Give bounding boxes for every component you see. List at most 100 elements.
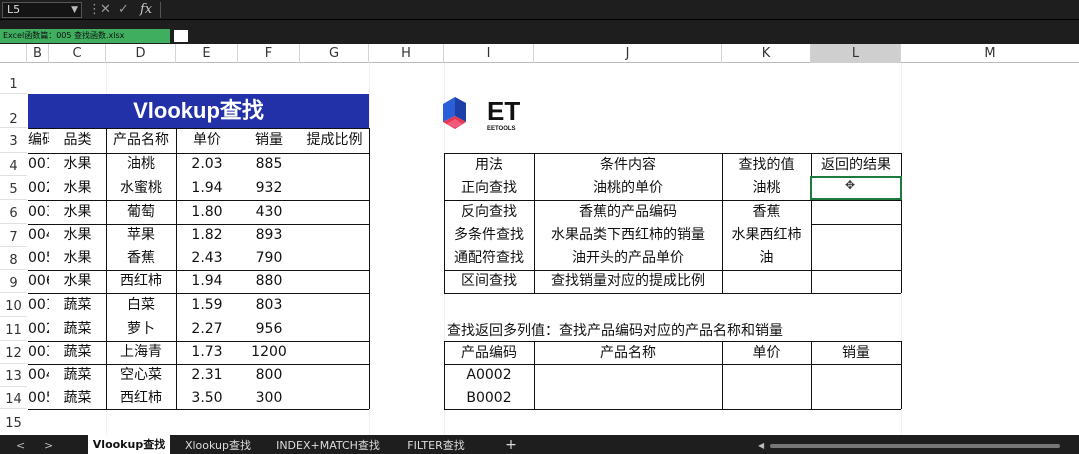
scroll-left-icon[interactable]: ◀ <box>758 437 764 454</box>
left-table-cell[interactable]: 2.31 <box>176 364 238 387</box>
horizontal-scrollbar[interactable] <box>770 444 1060 448</box>
left-table-cell[interactable]: 430 <box>238 200 300 224</box>
left-table-cell[interactable] <box>300 387 369 409</box>
left-table-cell[interactable]: 1.73 <box>176 341 238 364</box>
row-header-14[interactable]: 14 <box>0 387 27 409</box>
left-table-cell[interactable]: 956 <box>238 317 300 341</box>
left-table-cell[interactable]: 西红柿 <box>106 270 176 293</box>
left-table-cell[interactable]: 005 <box>28 387 49 409</box>
left-table-cell[interactable]: 004 <box>28 364 49 387</box>
left-table-cell[interactable]: 2.03 <box>176 153 238 176</box>
lookup-cell[interactable]: 查找销量对应的提成比例 <box>534 270 722 293</box>
lookup-cell[interactable] <box>811 247 901 270</box>
formula-input[interactable] <box>160 2 1075 18</box>
lookup-cell[interactable]: 反向查找 <box>444 200 534 224</box>
left-table-cell[interactable]: 880 <box>238 270 300 293</box>
left-table-cell[interactable]: 3.50 <box>176 387 238 409</box>
row-header-2[interactable]: 2 <box>0 94 27 128</box>
lookup-cell[interactable] <box>811 224 901 247</box>
column-header-j[interactable]: J <box>534 44 722 63</box>
left-table-cell[interactable]: 萝卜 <box>106 317 176 341</box>
left-table-cell[interactable]: 上海青 <box>106 341 176 364</box>
row-header-15[interactable]: 15 <box>0 409 27 435</box>
chevron-left-icon[interactable]: < <box>16 437 25 454</box>
left-table-cell[interactable]: 蔬菜 <box>49 317 106 341</box>
name-box[interactable]: L5 ▼ <box>2 2 82 18</box>
sheet-tab-xlookup[interactable]: Xlookup查找 <box>176 437 260 454</box>
left-table-cell[interactable]: 932 <box>238 176 300 200</box>
left-table-cell[interactable]: 001 <box>28 293 49 317</box>
left-table-cell[interactable]: 004 <box>28 224 49 247</box>
left-table-cell[interactable]: 蔬菜 <box>49 364 106 387</box>
left-table-cell[interactable]: 水果 <box>49 176 106 200</box>
row-header-4[interactable]: 4 <box>0 153 27 176</box>
left-table-cell[interactable]: 800 <box>238 364 300 387</box>
column-header-k[interactable]: K <box>722 44 811 63</box>
left-table-cell[interactable]: 1200 <box>238 341 300 364</box>
left-table-cell[interactable]: 水果 <box>49 200 106 224</box>
left-table-cell[interactable] <box>300 153 369 176</box>
left-table-cell[interactable]: 1.80 <box>176 200 238 224</box>
lookup-cell[interactable]: 水果品类下西红柿的销量 <box>534 224 722 247</box>
cancel-icon[interactable]: ✕ <box>100 1 111 19</box>
row-header-11[interactable]: 11 <box>0 317 27 341</box>
column-header-i[interactable]: I <box>444 44 534 63</box>
row-header-10[interactable]: 10 <box>0 293 27 317</box>
column-header-c[interactable]: C <box>49 44 106 63</box>
left-table-cell[interactable] <box>300 247 369 270</box>
lookup-cell[interactable]: 油桃 <box>722 176 811 200</box>
left-table-cell[interactable]: 水果 <box>49 247 106 270</box>
left-table-cell[interactable]: 香蕉 <box>106 247 176 270</box>
row-header-12[interactable]: 12 <box>0 341 27 364</box>
left-table-cell[interactable]: 1.59 <box>176 293 238 317</box>
row-header-1[interactable]: 1 <box>0 63 27 94</box>
left-table-cell[interactable]: 1.94 <box>176 270 238 293</box>
lookup-cell[interactable] <box>811 270 901 293</box>
confirm-icon[interactable]: ✓ <box>118 1 129 19</box>
left-table-cell[interactable]: 003 <box>28 200 49 224</box>
left-table-cell[interactable] <box>300 317 369 341</box>
column-header-d[interactable]: D <box>106 44 176 63</box>
left-table-cell[interactable]: 水果 <box>49 153 106 176</box>
left-table-cell[interactable]: 空心菜 <box>106 364 176 387</box>
sheet-tab-filter[interactable]: FILTER查找 <box>398 437 474 454</box>
column-header-f[interactable]: F <box>238 44 300 63</box>
row-header-13[interactable]: 13 <box>0 364 27 387</box>
row-header-8[interactable]: 8 <box>0 247 27 270</box>
left-table-cell[interactable]: 006 <box>28 270 49 293</box>
lookup-cell[interactable]: 正向查找 <box>444 176 534 200</box>
chevron-down-icon[interactable]: ▼ <box>71 3 78 17</box>
multi-table-code-cell[interactable]: A0002 <box>444 364 534 387</box>
left-table-cell[interactable]: 1.94 <box>176 176 238 200</box>
row-header-6[interactable]: 6 <box>0 200 27 224</box>
left-table-cell[interactable]: 002 <box>28 176 49 200</box>
left-table-cell[interactable] <box>300 341 369 364</box>
chevron-right-icon[interactable]: > <box>44 437 53 454</box>
row-header-3[interactable]: 3 <box>0 128 27 153</box>
left-table-cell[interactable]: 001 <box>28 153 49 176</box>
left-table-cell[interactable]: 西红柿 <box>106 387 176 409</box>
left-table-cell[interactable]: 蔬菜 <box>49 293 106 317</box>
left-table-cell[interactable]: 水蜜桃 <box>106 176 176 200</box>
row-header-5[interactable]: 5 <box>0 176 27 200</box>
active-cell-l5[interactable] <box>810 176 902 200</box>
column-header-g[interactable]: G <box>300 44 369 63</box>
left-table-cell[interactable]: 2.27 <box>176 317 238 341</box>
left-table-cell[interactable]: 白菜 <box>106 293 176 317</box>
left-table-cell[interactable]: 蔬菜 <box>49 387 106 409</box>
row-header-9[interactable]: 9 <box>0 270 27 293</box>
lookup-cell[interactable] <box>722 270 811 293</box>
lookup-cell[interactable]: 油开头的产品单价 <box>534 247 722 270</box>
lookup-cell[interactable]: 油 <box>722 247 811 270</box>
add-sheet-button[interactable]: + <box>502 437 520 454</box>
sheet-tab-vlookup[interactable]: Vlookup查找 <box>88 435 170 454</box>
lookup-cell[interactable]: 香蕉 <box>722 200 811 224</box>
left-table-cell[interactable]: 1.82 <box>176 224 238 247</box>
left-table-cell[interactable]: 蔬菜 <box>49 341 106 364</box>
left-table-cell[interactable]: 005 <box>28 247 49 270</box>
lookup-cell[interactable]: 水果西红柿 <box>722 224 811 247</box>
row-header-7[interactable]: 7 <box>0 224 27 247</box>
left-table-cell[interactable]: 790 <box>238 247 300 270</box>
multi-table-code-cell[interactable]: B0002 <box>444 387 534 409</box>
left-table-cell[interactable]: 893 <box>238 224 300 247</box>
